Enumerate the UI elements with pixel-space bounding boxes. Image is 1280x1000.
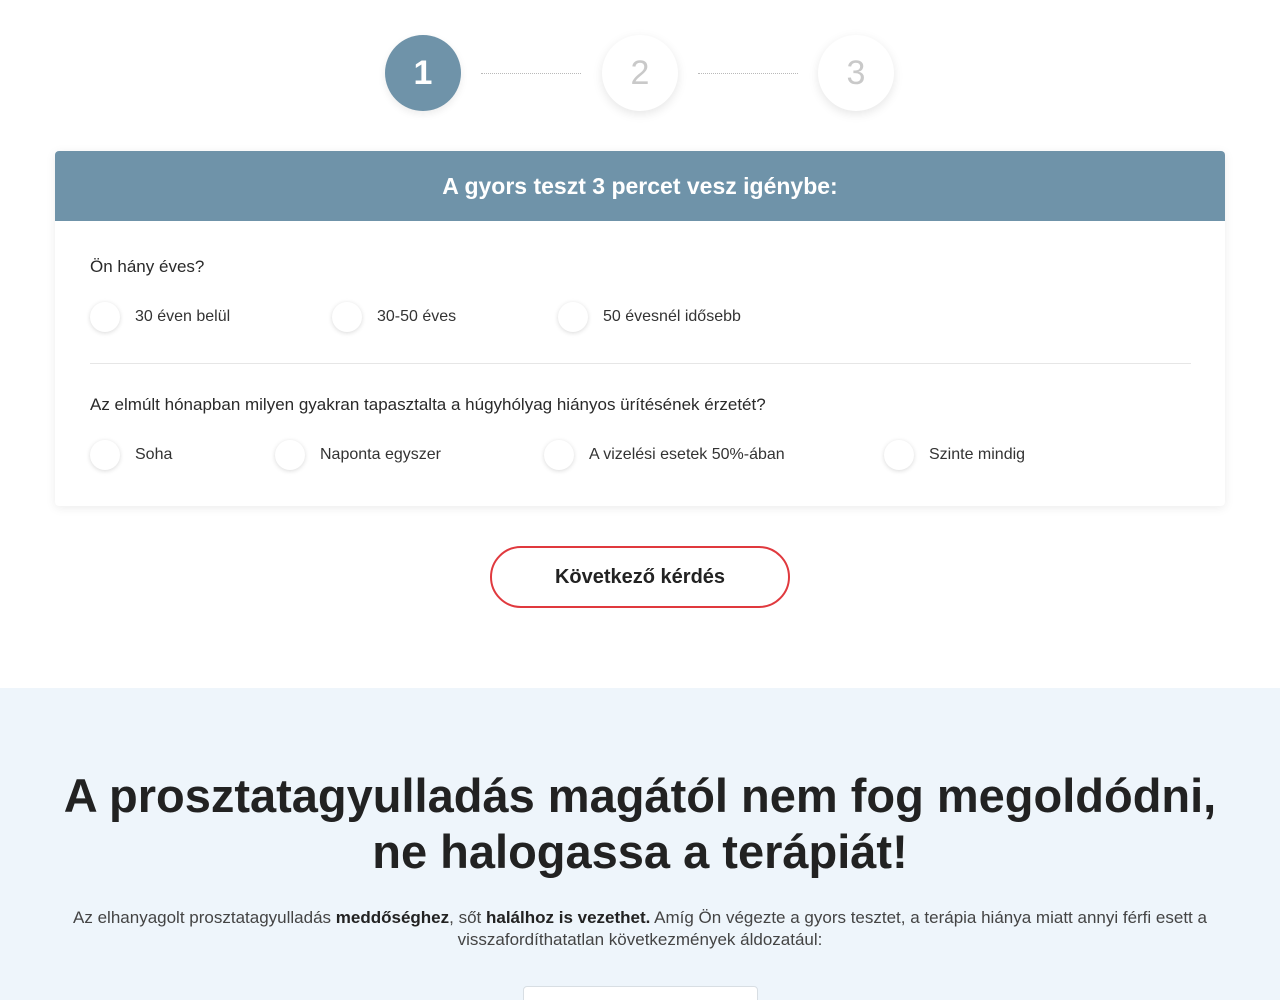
quiz-header: A gyors teszt 3 percet vesz igénybe: <box>55 151 1225 221</box>
radio-button[interactable] <box>544 440 574 470</box>
option-label: Soha <box>135 446 173 463</box>
step-2: 2 <box>602 35 678 111</box>
option-label: A vizelési esetek 50%-ában <box>589 446 785 463</box>
info-text-bold: meddőséghez <box>335 908 450 927</box>
step-3: 3 <box>818 35 894 111</box>
option-age-under-30[interactable]: 30 éven belül <box>90 302 230 332</box>
option-once-daily[interactable]: Naponta egyszer <box>275 440 441 470</box>
step-connector <box>698 73 798 74</box>
info-text-bold: halálhoz is vezethet. <box>485 908 651 927</box>
progress-stepper: 1 2 3 <box>0 35 1280 113</box>
radio-button[interactable] <box>275 440 305 470</box>
option-never[interactable]: Soha <box>90 440 172 470</box>
option-label: Naponta egyszer <box>320 446 441 463</box>
step-connector <box>481 73 581 74</box>
radio-button[interactable] <box>884 440 914 470</box>
option-label: 30 éven belül <box>135 308 231 325</box>
step-1: 1 <box>385 35 461 111</box>
question-divider <box>90 363 1191 364</box>
info-title: A prosztatagyulladás magától nem fog meg… <box>40 768 1240 880</box>
option-half-of-cases[interactable]: A vizelési esetek 50%-ában <box>544 440 785 470</box>
info-title-line-1: A prosztatagyulladás magától nem fog meg… <box>63 769 1217 822</box>
counter-box <box>523 986 758 1000</box>
option-age-over-50[interactable]: 50 évesnél idősebb <box>558 302 741 332</box>
option-label: Szinte mindig <box>929 446 1026 463</box>
info-section: A prosztatagyulladás magától nem fog meg… <box>0 688 1280 1000</box>
info-text-part: Az elhanyagolt prosztatagyulladás <box>73 908 336 927</box>
radio-button[interactable] <box>558 302 588 332</box>
quiz-card: A gyors teszt 3 percet vesz igénybe: Ön … <box>55 151 1225 506</box>
info-title-line-2: ne halogassa a terápiát! <box>372 825 908 878</box>
next-question-button[interactable]: Következő kérdés <box>490 546 790 608</box>
radio-button[interactable] <box>90 302 120 332</box>
radio-button[interactable] <box>90 440 120 470</box>
option-label: 30-50 éves <box>377 308 457 325</box>
question-age: Ön hány éves? <box>90 257 205 276</box>
info-text: Az elhanyagolt prosztatagyulladás meddős… <box>50 907 1230 951</box>
radio-button[interactable] <box>332 302 362 332</box>
option-label: 50 évesnél idősebb <box>603 308 741 325</box>
option-age-30-50[interactable]: 30-50 éves <box>332 302 456 332</box>
info-text-part: , sőt <box>449 908 486 927</box>
question-frequency: Az elmúlt hónapban milyen gyakran tapasz… <box>90 395 766 414</box>
option-almost-always[interactable]: Szinte mindig <box>884 440 1025 470</box>
